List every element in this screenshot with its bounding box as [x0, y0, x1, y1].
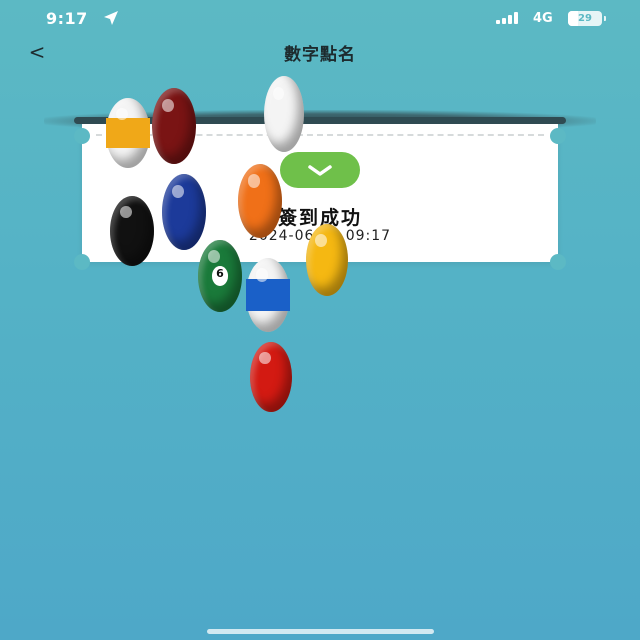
- ball-8-black: [110, 196, 154, 266]
- location-arrow-icon: [104, 11, 118, 25]
- ball-1-yellow: [306, 224, 348, 296]
- home-indicator[interactable]: [207, 629, 434, 634]
- ticket-notch: [550, 128, 566, 144]
- ball-highlight: [255, 268, 268, 282]
- page-title: 數字點名: [284, 45, 356, 65]
- status-bar: 9:17 4G 29: [0, 0, 640, 36]
- check-icon: [308, 165, 332, 176]
- status-time: 9:17: [46, 9, 88, 28]
- ticket-notch: [550, 254, 566, 270]
- ball-cue-white: [264, 76, 304, 152]
- ball-highlight: [272, 86, 284, 101]
- battery-tip: [604, 16, 606, 21]
- ball-highlight: [171, 184, 184, 199]
- ticket-notch: [74, 128, 90, 144]
- ball-5-orange: [238, 164, 282, 238]
- ball-number: 6: [211, 265, 229, 287]
- ball-10-blue-stripe: [246, 258, 290, 332]
- ball-highlight: [247, 174, 260, 188]
- ball-9-yellow-stripe: [106, 98, 150, 168]
- ticket-notch: [74, 254, 90, 270]
- ball-highlight: [161, 98, 174, 113]
- network-type: 4G: [533, 11, 553, 26]
- ball-highlight: [259, 351, 271, 365]
- ball-highlight: [119, 205, 132, 219]
- ball-3-red: [250, 342, 292, 412]
- ball-stripe: [106, 117, 150, 149]
- success-check-badge: [280, 152, 360, 188]
- ball-6-green: 6: [198, 240, 242, 312]
- ball-highlight: [315, 234, 327, 248]
- ball-stripe: [246, 278, 290, 312]
- signal-icon: [496, 12, 518, 24]
- ball-7-maroon: [152, 88, 196, 164]
- ball-highlight: [207, 250, 220, 264]
- ball-2-blue: [162, 174, 206, 250]
- battery-percent: 29: [578, 13, 592, 24]
- battery-icon: 29: [568, 11, 602, 26]
